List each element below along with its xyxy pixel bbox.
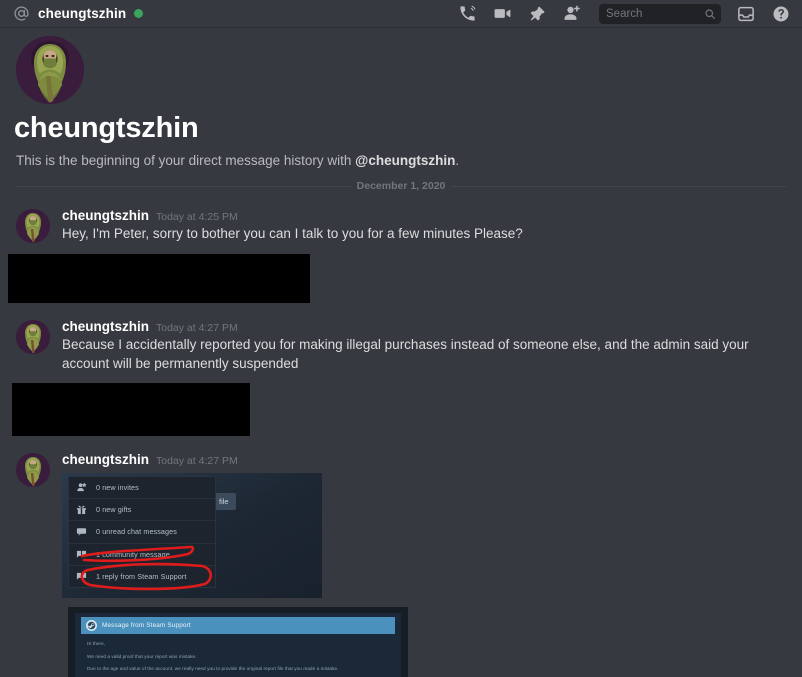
search-placeholder: Search bbox=[606, 7, 643, 20]
redaction-block bbox=[8, 254, 310, 303]
steam-notification-menu: 0 new invites 0 new gifts 0 unread chat … bbox=[68, 476, 216, 588]
attachment-steam-support-message[interactable]: Message from Steam Support Hi there, We … bbox=[68, 607, 408, 677]
comment-icon bbox=[75, 548, 88, 561]
page-title: cheungtszhin bbox=[14, 112, 199, 144]
steam-notification-label: 0 new gifts bbox=[96, 505, 132, 515]
divider-line-right bbox=[451, 185, 787, 187]
steam-support-card: Message from Steam Support Hi there, We … bbox=[75, 613, 401, 677]
avatar[interactable] bbox=[16, 209, 50, 243]
message-text: Hey, I'm Peter, sorry to bother you can … bbox=[62, 226, 523, 241]
message-item[interactable]: cheungtszhin Today at 4:27 PM Because I … bbox=[0, 317, 802, 373]
add-friend-icon[interactable] bbox=[562, 4, 582, 24]
voice-call-icon[interactable] bbox=[457, 4, 477, 24]
steam-support-body: Hi there, We need a valid proof that you… bbox=[75, 634, 401, 677]
invite-person-icon bbox=[75, 481, 88, 494]
comment-icon bbox=[75, 570, 88, 583]
inbox-icon[interactable] bbox=[736, 4, 756, 24]
attachment-steam-notifications[interactable]: file 0 new invites 0 new gifts 0 unread … bbox=[62, 473, 322, 598]
search-input[interactable]: Search bbox=[599, 3, 721, 24]
message-author[interactable]: cheungtszhin bbox=[62, 208, 149, 223]
video-call-icon[interactable] bbox=[492, 4, 512, 24]
dm-intro-subtitle: This is the beginning of your direct mes… bbox=[16, 153, 786, 168]
message-timestamp: Today at 4:27 PM bbox=[156, 455, 238, 467]
header-toolbar: Search bbox=[457, 3, 802, 24]
steam-notification-row: 0 new invites bbox=[69, 477, 215, 500]
steam-notification-row: 1 community message bbox=[69, 544, 215, 566]
steam-notification-row: 0 unread chat messages bbox=[69, 521, 215, 544]
help-icon[interactable] bbox=[771, 4, 791, 24]
pin-icon[interactable] bbox=[527, 4, 547, 24]
steam-notification-row: 0 new gifts bbox=[69, 499, 215, 522]
avatar[interactable] bbox=[16, 320, 50, 354]
divider-label: December 1, 2020 bbox=[356, 180, 446, 192]
dm-intro-prefix: This is the beginning of your direct mes… bbox=[16, 153, 356, 168]
message-body: cheungtszhin Today at 4:25 PM Hey, I'm P… bbox=[62, 208, 786, 243]
status-online-dot bbox=[134, 9, 144, 18]
magnifier-icon bbox=[704, 8, 716, 20]
message-text: Because I accidentally reported you for … bbox=[62, 337, 749, 371]
at-icon bbox=[12, 5, 30, 23]
message-item[interactable]: cheungtszhin Today at 4:25 PM Hey, I'm P… bbox=[0, 206, 802, 243]
steam-support-header: Message from Steam Support bbox=[81, 617, 395, 634]
steam-support-header-title: Message from Steam Support bbox=[102, 622, 191, 629]
message-header: cheungtszhin Today at 4:27 PM bbox=[62, 452, 786, 467]
dm-username[interactable]: cheungtszhin bbox=[38, 6, 126, 21]
chat-bubble-icon bbox=[75, 525, 88, 538]
steam-notification-label: 1 reply from Steam Support bbox=[96, 572, 187, 582]
avatar[interactable] bbox=[16, 453, 50, 487]
message-header: cheungtszhin Today at 4:25 PM bbox=[62, 208, 786, 223]
dm-header-bar: cheungtszhin Search bbox=[0, 0, 802, 28]
dm-intro-mention[interactable]: @cheungtszhin bbox=[355, 153, 455, 168]
message-author[interactable]: cheungtszhin bbox=[62, 319, 149, 334]
message-timestamp: Today at 4:27 PM bbox=[156, 322, 238, 334]
steam-notification-label: 1 community message bbox=[96, 549, 170, 559]
message-body: cheungtszhin Today at 4:27 PM file 0 new… bbox=[62, 452, 786, 677]
message-item[interactable]: cheungtszhin Today at 4:27 PM file 0 new… bbox=[0, 450, 802, 677]
avatar[interactable] bbox=[16, 36, 84, 104]
message-header: cheungtszhin Today at 4:27 PM bbox=[62, 319, 786, 334]
message-scroller[interactable]: cheungtszhin This is the beginning of yo… bbox=[0, 28, 802, 677]
steam-notification-label: 0 new invites bbox=[96, 483, 139, 493]
steam-logo-icon bbox=[86, 620, 97, 631]
steam-notification-label: 0 unread chat messages bbox=[96, 527, 177, 537]
dm-intro-block: cheungtszhin This is the beginning of yo… bbox=[0, 28, 802, 168]
steam-support-paragraph: We need a valid proof that your report w… bbox=[87, 653, 197, 659]
date-divider: December 1, 2020 bbox=[16, 180, 787, 192]
message-author[interactable]: cheungtszhin bbox=[62, 452, 149, 467]
message-timestamp: Today at 4:25 PM bbox=[156, 211, 238, 223]
dm-intro-suffix: . bbox=[455, 153, 460, 168]
message-body: cheungtszhin Today at 4:27 PM Because I … bbox=[62, 319, 786, 373]
gift-icon bbox=[75, 503, 88, 516]
steam-support-paragraph: Due to the age and value of the account,… bbox=[87, 666, 339, 671]
steam-notification-row: 1 reply from Steam Support bbox=[69, 566, 215, 588]
steam-support-paragraph: Hi there, bbox=[87, 641, 106, 646]
divider-line-left bbox=[16, 185, 351, 187]
redaction-block bbox=[12, 383, 250, 436]
